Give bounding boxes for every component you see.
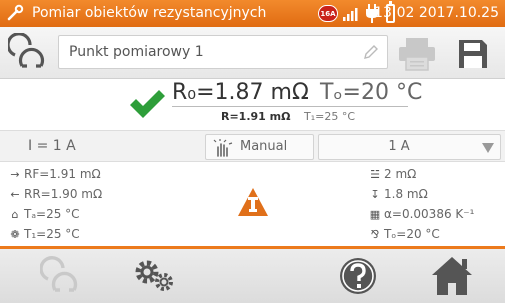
rf-value: RF=1.91 mΩ (24, 167, 101, 181)
pencil-icon[interactable] (363, 44, 379, 60)
check-icon (130, 90, 165, 118)
res2-value: 1.8 mΩ (384, 187, 428, 201)
home-icon[interactable] (430, 255, 474, 297)
alpha-value: α=0.00386 K⁻¹ (384, 207, 475, 221)
forward-arrow-icon: → (10, 168, 20, 181)
bottom-nav (0, 249, 505, 303)
help-icon[interactable] (336, 255, 380, 297)
alpha-row: ▦ α=0.00386 K⁻¹ (368, 207, 475, 221)
current-settings-row: I = 1 A Manual 1 A (0, 130, 505, 162)
rr-row: ← RR=1.90 mΩ (8, 187, 102, 201)
current-label: I = 1 A (28, 138, 76, 154)
current-range-select[interactable]: 1 A (318, 134, 501, 160)
thermometer-icon: ⅋ (370, 228, 380, 241)
t0-value: Tₒ=20 °C (320, 80, 423, 105)
dropdown-arrow-icon (482, 143, 494, 153)
printer-icon[interactable] (396, 37, 438, 71)
resistance-limit-icon: ☱ (370, 168, 380, 181)
ta-row: ⌂ Tₐ=25 °C (8, 207, 80, 221)
wrench-icon (7, 4, 24, 21)
r-value: R=1.91 mΩ (221, 110, 291, 123)
settings-gears-icon[interactable] (130, 255, 180, 297)
download-icon: ↧ (370, 188, 380, 201)
status-title: Pomiar obiektów rezystancyjnych (32, 5, 267, 21)
warning-icon (238, 188, 268, 216)
resistance-measure-icon[interactable] (40, 255, 86, 297)
t1-row: ❁ T₁=25 °C (8, 227, 80, 241)
rr-value: RR=1.90 mΩ (24, 187, 103, 201)
divider (172, 106, 408, 107)
t0-row: ⅋ Tₒ=20 °C (368, 227, 440, 241)
signal-icon (343, 8, 358, 21)
measurement-point-field[interactable]: Punkt pomiarowy 1 (58, 35, 388, 69)
main-reading: R₀=1.87 mΩ Tₒ=20 °C R=1.91 mΩ T₁=25 °C (0, 80, 505, 130)
resistance-mode-icon[interactable] (8, 33, 52, 73)
coil-icon: ❁ (10, 228, 20, 241)
calculator-icon: ▦ (369, 208, 381, 221)
t0-detail-value: Tₒ=20 °C (384, 227, 440, 241)
house-icon: ⌂ (11, 208, 19, 221)
r0-value: R₀=1.87 mΩ (172, 80, 309, 105)
measurement-details: → RF=1.91 mΩ ← RR=1.90 mΩ ⌂ Tₐ=25 °C ❁ T₁=25… (0, 163, 505, 246)
rf-row: → RF=1.91 mΩ (8, 167, 101, 181)
measurement-point-name: Punkt pomiarowy 1 (69, 44, 204, 60)
status-bar: Pomiar obiektów rezystancyjnych 16A 13:0… (0, 0, 505, 27)
reverse-arrow-icon: ← (10, 188, 20, 201)
current-range-value: 1 A (388, 139, 410, 154)
res2-row: ↧ 1.8 mΩ (368, 187, 428, 201)
t1-value: T₁=25 °C (304, 110, 356, 123)
res1-row: ☱ 2 mΩ (368, 167, 416, 181)
current-badge: 16A (318, 5, 338, 22)
mode-label: Manual (240, 139, 288, 154)
toolbar: Punkt pomiarowy 1 (0, 27, 505, 79)
clock: 13:02 2017.10.25 (374, 5, 499, 21)
t1-detail-value: T₁=25 °C (24, 227, 80, 241)
mode-button[interactable]: Manual (205, 134, 314, 160)
save-icon[interactable] (458, 39, 488, 69)
ta-value: Tₐ=25 °C (24, 207, 80, 221)
hand-icon (213, 139, 233, 157)
res1-value: 2 mΩ (384, 167, 417, 181)
